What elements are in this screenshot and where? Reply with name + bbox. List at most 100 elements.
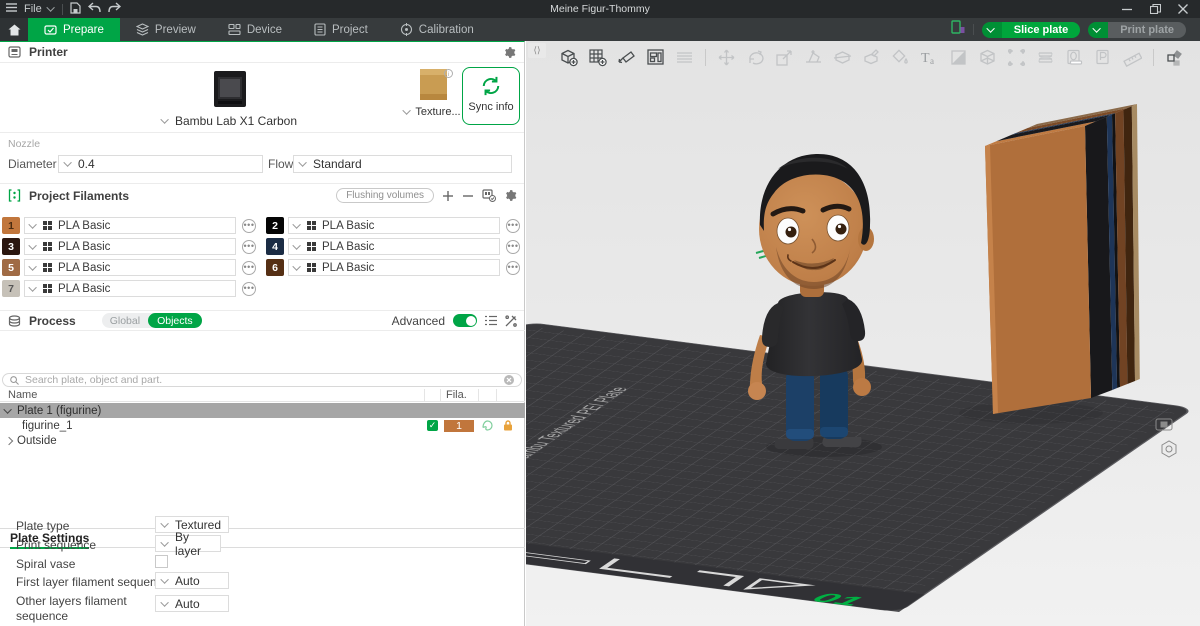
home-button[interactable] xyxy=(0,18,28,41)
filament-label: PLA Basic xyxy=(322,262,374,274)
filament-select[interactable]: PLA Basic xyxy=(24,238,236,255)
filament-spool-icon xyxy=(43,263,52,272)
nozzle-label: Nozzle xyxy=(8,138,40,150)
slice-plate-button[interactable]: Slice plate xyxy=(982,22,1080,38)
hamburger-menu-icon[interactable] xyxy=(6,3,17,15)
filament-spool-icon xyxy=(43,242,52,251)
filament-options-button[interactable]: ••• xyxy=(242,240,256,254)
scope-objects[interactable]: Objects xyxy=(148,313,202,328)
scene-canvas[interactable]: 01 Bambu Textured PEI Plate xyxy=(526,41,1200,626)
printer-select[interactable]: Bambu Lab X1 Carbon xyxy=(150,69,310,128)
lock-icon[interactable] xyxy=(503,420,513,434)
filament-label: PLA Basic xyxy=(58,220,110,232)
plate-type-label: Plate type xyxy=(16,519,69,533)
parameter-list-icon[interactable] xyxy=(485,315,497,326)
svg-text:i: i xyxy=(448,71,449,78)
tab-prepare[interactable]: Prepare xyxy=(28,18,120,41)
advanced-toggle[interactable] xyxy=(453,314,477,327)
process-section-icon xyxy=(8,315,21,327)
tab-preview[interactable]: Preview xyxy=(120,18,212,41)
process-scope-toggle[interactable]: Global Objects xyxy=(102,313,202,328)
filament-options-button[interactable]: ••• xyxy=(242,261,256,275)
filament-options-button[interactable]: ••• xyxy=(506,240,520,254)
filament-color-swatch[interactable]: 3 xyxy=(2,238,20,255)
ams-sync-icon[interactable] xyxy=(482,189,496,202)
filaments-section-header: Project Filaments Flushing volumes xyxy=(0,185,525,206)
table-row-plate[interactable]: Plate 1 (figurine) xyxy=(0,403,525,418)
undo-icon[interactable] xyxy=(88,2,101,16)
flushing-volumes-button[interactable]: Flushing volumes xyxy=(336,188,434,203)
filament-spool-icon xyxy=(43,284,52,293)
tab-device[interactable]: Device xyxy=(212,18,298,41)
filament-color-swatch[interactable]: 7 xyxy=(2,280,20,297)
slice-options-chevron-icon[interactable] xyxy=(982,22,1002,38)
paint-indicator-icon[interactable] xyxy=(482,420,493,434)
plate-texture-thumbnail xyxy=(420,69,447,100)
print-options-chevron-icon[interactable] xyxy=(1088,22,1108,38)
plate-texture-label: Texture... xyxy=(415,106,460,118)
minimize-button[interactable] xyxy=(1122,4,1132,14)
object-table-header: Name Fila. xyxy=(0,389,525,402)
tab-calibration[interactable]: Calibration xyxy=(384,18,490,41)
table-row-figurine[interactable]: figurine_1 ✓ 1 xyxy=(0,418,525,433)
scope-global[interactable]: Global xyxy=(102,315,148,327)
filament-options-button[interactable]: ••• xyxy=(506,219,520,233)
table-row-outside[interactable]: Outside xyxy=(0,433,525,448)
printer-settings-gear-icon[interactable] xyxy=(503,46,516,59)
search-input[interactable] xyxy=(25,374,498,386)
multicolor-box-model[interactable] xyxy=(959,104,1140,424)
maximize-button[interactable] xyxy=(1150,4,1160,14)
filament-select[interactable]: PLA Basic xyxy=(288,259,500,276)
filament-select[interactable]: PLA Basic xyxy=(24,280,236,297)
filament-options-button[interactable]: ••• xyxy=(242,219,256,233)
filament-select[interactable]: PLA Basic xyxy=(24,217,236,234)
search-bar[interactable] xyxy=(2,373,522,387)
spiral-vase-checkbox[interactable] xyxy=(155,555,168,568)
save-file-icon[interactable] xyxy=(70,2,81,17)
print-sequence-select[interactable]: By layer xyxy=(155,535,221,552)
process-tune-icon[interactable] xyxy=(505,315,517,327)
flow-select[interactable]: Standard xyxy=(293,155,512,173)
other-layers-sequence-select[interactable]: Auto xyxy=(155,595,229,612)
file-menu-chevron-icon[interactable] xyxy=(46,3,54,11)
column-name: Name xyxy=(8,389,37,401)
flow-label: Flow xyxy=(268,157,293,171)
plate-list-icon[interactable] xyxy=(951,20,965,39)
print-sequence-label: Print sequence xyxy=(16,538,96,552)
filament-assignment-badge[interactable]: 1 xyxy=(444,420,474,432)
plate-texture-select[interactable]: i Texture... xyxy=(408,69,458,118)
diameter-select[interactable]: 0.4 xyxy=(58,155,263,173)
filament-options-button[interactable]: ••• xyxy=(506,261,520,275)
filament-label: PLA Basic xyxy=(322,220,374,232)
filament-spool-icon xyxy=(307,242,316,251)
filament-slot-1: 1 PLA Basic ••• xyxy=(2,217,256,234)
viewport-3d[interactable]: ⟨⟩ Ta xyxy=(526,41,1200,626)
clear-search-icon[interactable] xyxy=(504,375,514,385)
filament-select[interactable]: PLA Basic xyxy=(288,217,500,234)
first-layer-sequence-select[interactable]: Auto xyxy=(155,572,229,589)
filament-color-swatch[interactable]: 5 xyxy=(2,259,20,276)
close-button[interactable] xyxy=(1178,4,1188,14)
print-plate-button[interactable]: Print plate xyxy=(1088,22,1186,38)
filament-color-swatch[interactable]: 1 xyxy=(2,217,20,234)
filament-color-swatch[interactable]: 2 xyxy=(266,217,284,234)
tab-project[interactable]: Project xyxy=(298,18,384,41)
add-filament-button[interactable] xyxy=(442,190,454,202)
filament-settings-gear-icon[interactable] xyxy=(504,189,517,202)
title-bar: File Meine Figur-Thommy xyxy=(0,0,1200,18)
print-enable-checkbox[interactable]: ✓ xyxy=(427,420,438,431)
redo-icon[interactable] xyxy=(108,2,121,16)
filament-select[interactable]: PLA Basic xyxy=(288,238,500,255)
info-icon[interactable]: i xyxy=(444,67,453,81)
remove-filament-button[interactable] xyxy=(462,190,474,202)
filament-color-swatch[interactable]: 6 xyxy=(266,259,284,276)
filament-color-swatch[interactable]: 4 xyxy=(266,238,284,255)
main-tab-bar: Prepare Preview Device Project Calibrati… xyxy=(0,18,1200,41)
sync-info-button[interactable]: Sync info xyxy=(462,67,520,125)
filament-select[interactable]: PLA Basic xyxy=(24,259,236,276)
filament-slot-7: 7 PLA Basic ••• xyxy=(2,280,256,297)
file-menu[interactable]: File xyxy=(24,3,42,15)
filament-label: PLA Basic xyxy=(322,241,374,253)
filament-options-button[interactable]: ••• xyxy=(242,282,256,296)
filament-slot-3: 3 PLA Basic ••• xyxy=(2,238,256,255)
